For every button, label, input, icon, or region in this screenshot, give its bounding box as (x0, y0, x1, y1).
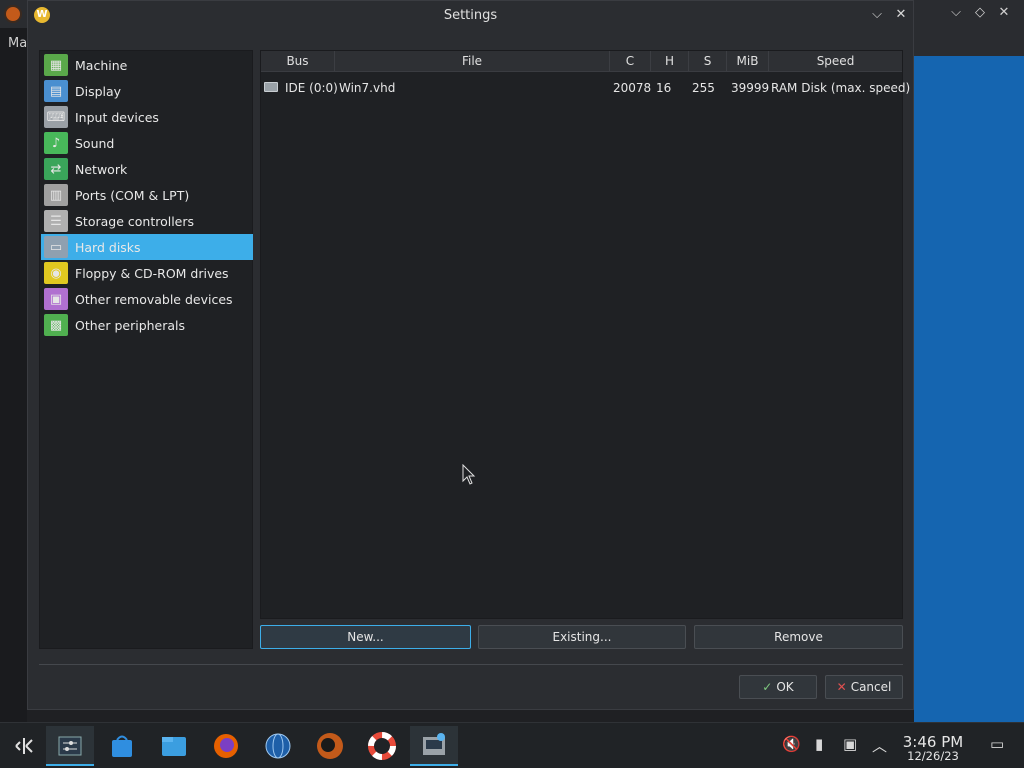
column-header-speed[interactable]: Speed (769, 51, 902, 71)
column-header-sectors[interactable]: S (689, 51, 727, 71)
minimize-icon[interactable]: ⌵ (950, 4, 962, 22)
emulator-app-icon[interactable] (306, 726, 354, 766)
ok-button-label: OK (776, 680, 794, 694)
table-header: Bus File C H S MiB Speed (261, 51, 902, 72)
new-disk-button[interactable]: New... (260, 625, 471, 649)
cancel-button[interactable]: ✕ Cancel (825, 675, 903, 699)
column-header-bus[interactable]: Bus (261, 51, 335, 71)
taskbar: 🔇 ▮ ▣ ︿ ▭ (0, 722, 1024, 768)
cancel-button-label: Cancel (850, 680, 892, 694)
mouse-cursor-icon (462, 464, 476, 485)
desktop-wallpaper (914, 56, 1024, 722)
file-manager-icon[interactable] (150, 726, 198, 766)
usb-drive-icon[interactable]: ▮ (815, 735, 823, 753)
clock-date[interactable]: 12/26/23 (898, 749, 968, 763)
cell-cylinders: 20078 (613, 81, 652, 95)
close-icon[interactable]: ✕ (998, 4, 1010, 22)
sidebar-item-label: Other peripherals (75, 317, 186, 333)
show-desktop-icon[interactable]: ▭ (990, 735, 1004, 753)
sidebar-item-label: Sound (75, 135, 115, 151)
dialog-close-icon[interactable]: ✕ (892, 6, 910, 24)
sidebar-item-label: Floppy & CD-ROM drives (75, 265, 229, 281)
sidebar-item-label: Storage controllers (75, 213, 195, 229)
hard-disk-icon (264, 82, 278, 92)
sidebar-item-storage-controllers[interactable]: ☰ Storage controllers (41, 208, 253, 234)
storage-controller-icon: ☰ (44, 210, 68, 232)
column-header-heads[interactable]: H (651, 51, 689, 71)
checkmark-icon: ✓ (762, 680, 773, 694)
hard-disks-table[interactable]: Bus File C H S MiB Speed IDE (0:0) Win7.… (260, 50, 910, 619)
cell-sectors: 255 (692, 81, 715, 95)
network-status-icon[interactable]: ▣ (843, 735, 857, 753)
dialog-title: Settings (443, 8, 498, 23)
background-app-icon (4, 5, 22, 23)
firefox-icon[interactable] (202, 726, 250, 766)
app-launcher-icon[interactable] (0, 726, 48, 766)
cancel-x-icon: ✕ (836, 680, 847, 694)
sidebar-item-label: Hard disks (75, 239, 141, 255)
cell-speed: RAM Disk (max. speed) (771, 81, 911, 95)
sidebar-item-hard-disks[interactable]: ▭ Hard disks (41, 234, 253, 260)
sidebar-item-label: Machine (75, 57, 128, 73)
sidebar-item-label: Display (75, 83, 122, 99)
display-card-icon: ▤ (44, 80, 68, 102)
vm-settings-icon[interactable] (410, 726, 458, 766)
speaker-icon: ♪ (44, 132, 68, 154)
tray-expand-icon[interactable]: ︿ (872, 735, 887, 756)
motherboard-icon: ▦ (44, 54, 68, 76)
sidebar-item-label: Network (75, 161, 128, 177)
table-row[interactable]: IDE (0:0) Win7.vhd 20078 16 255 39999 RA… (261, 77, 910, 99)
network-card-icon: ⇄ (44, 158, 68, 180)
cell-mib: 39999 (731, 81, 770, 95)
background-window-controls: ⌵ ◇ ✕ (950, 4, 1010, 22)
volume-muted-icon[interactable]: 🔇 (782, 735, 801, 753)
settings-dialog: W Settings ⌵ ✕ ▦ Machine ▤ Display ⌨ Inp… (27, 0, 914, 710)
dialog-titlebar[interactable]: W Settings ⌵ ✕ (28, 1, 913, 29)
sidebar-item-other-peripherals[interactable]: ▩ Other peripherals (41, 312, 253, 338)
dialog-minimize-icon[interactable]: ⌵ (868, 6, 886, 24)
sidebar-item-ports[interactable]: ▥ Ports (COM & LPT) (41, 182, 253, 208)
existing-disk-button[interactable]: Existing... (478, 625, 686, 649)
port-icon: ▥ (44, 184, 68, 206)
floppy-cd-icon: ◉ (44, 262, 68, 284)
browser-globe-icon[interactable] (254, 726, 302, 766)
cell-heads: 16 (656, 81, 672, 95)
sidebar-item-input-devices[interactable]: ⌨ Input devices (41, 104, 253, 130)
help-lifebuoy-icon[interactable] (358, 726, 406, 766)
hard-disk-icon: ▭ (44, 236, 68, 258)
ok-button[interactable]: ✓ OK (739, 675, 817, 699)
background-menubar (914, 28, 1024, 56)
keyboard-icon: ⌨ (44, 106, 68, 128)
sidebar-item-display[interactable]: ▤ Display (41, 78, 253, 104)
sidebar-item-other-removable[interactable]: ▣ Other removable devices (41, 286, 253, 312)
background-menu-text: Ma (8, 36, 28, 51)
removable-device-icon: ▣ (44, 288, 68, 310)
sidebar-item-machine[interactable]: ▦ Machine (41, 52, 253, 78)
column-header-cylinders[interactable]: C (610, 51, 651, 71)
sidebar-item-label: Input devices (75, 109, 159, 125)
discover-store-icon[interactable] (98, 726, 146, 766)
sidebar-item-sound[interactable]: ♪ Sound (41, 130, 253, 156)
sidebar-item-floppy-cdrom[interactable]: ◉ Floppy & CD-ROM drives (41, 260, 253, 286)
sidebar-item-label: Ports (COM & LPT) (75, 187, 190, 203)
peripheral-chip-icon: ▩ (44, 314, 68, 336)
settings-category-list: ▦ Machine ▤ Display ⌨ Input devices ♪ So… (39, 50, 253, 649)
column-header-file[interactable]: File (335, 51, 610, 71)
background-window: Ma (0, 28, 27, 722)
remove-disk-button[interactable]: Remove (694, 625, 903, 649)
sidebar-item-label: Other removable devices (75, 291, 233, 307)
column-header-mib[interactable]: MiB (727, 51, 769, 71)
sidebar-item-network[interactable]: ⇄ Network (41, 156, 253, 182)
dialog-separator (39, 664, 903, 665)
cell-file: Win7.vhd (339, 81, 396, 95)
maximize-icon[interactable]: ◇ (974, 4, 986, 22)
cell-bus: IDE (0:0) (285, 81, 338, 95)
system-settings-icon[interactable] (46, 726, 94, 766)
